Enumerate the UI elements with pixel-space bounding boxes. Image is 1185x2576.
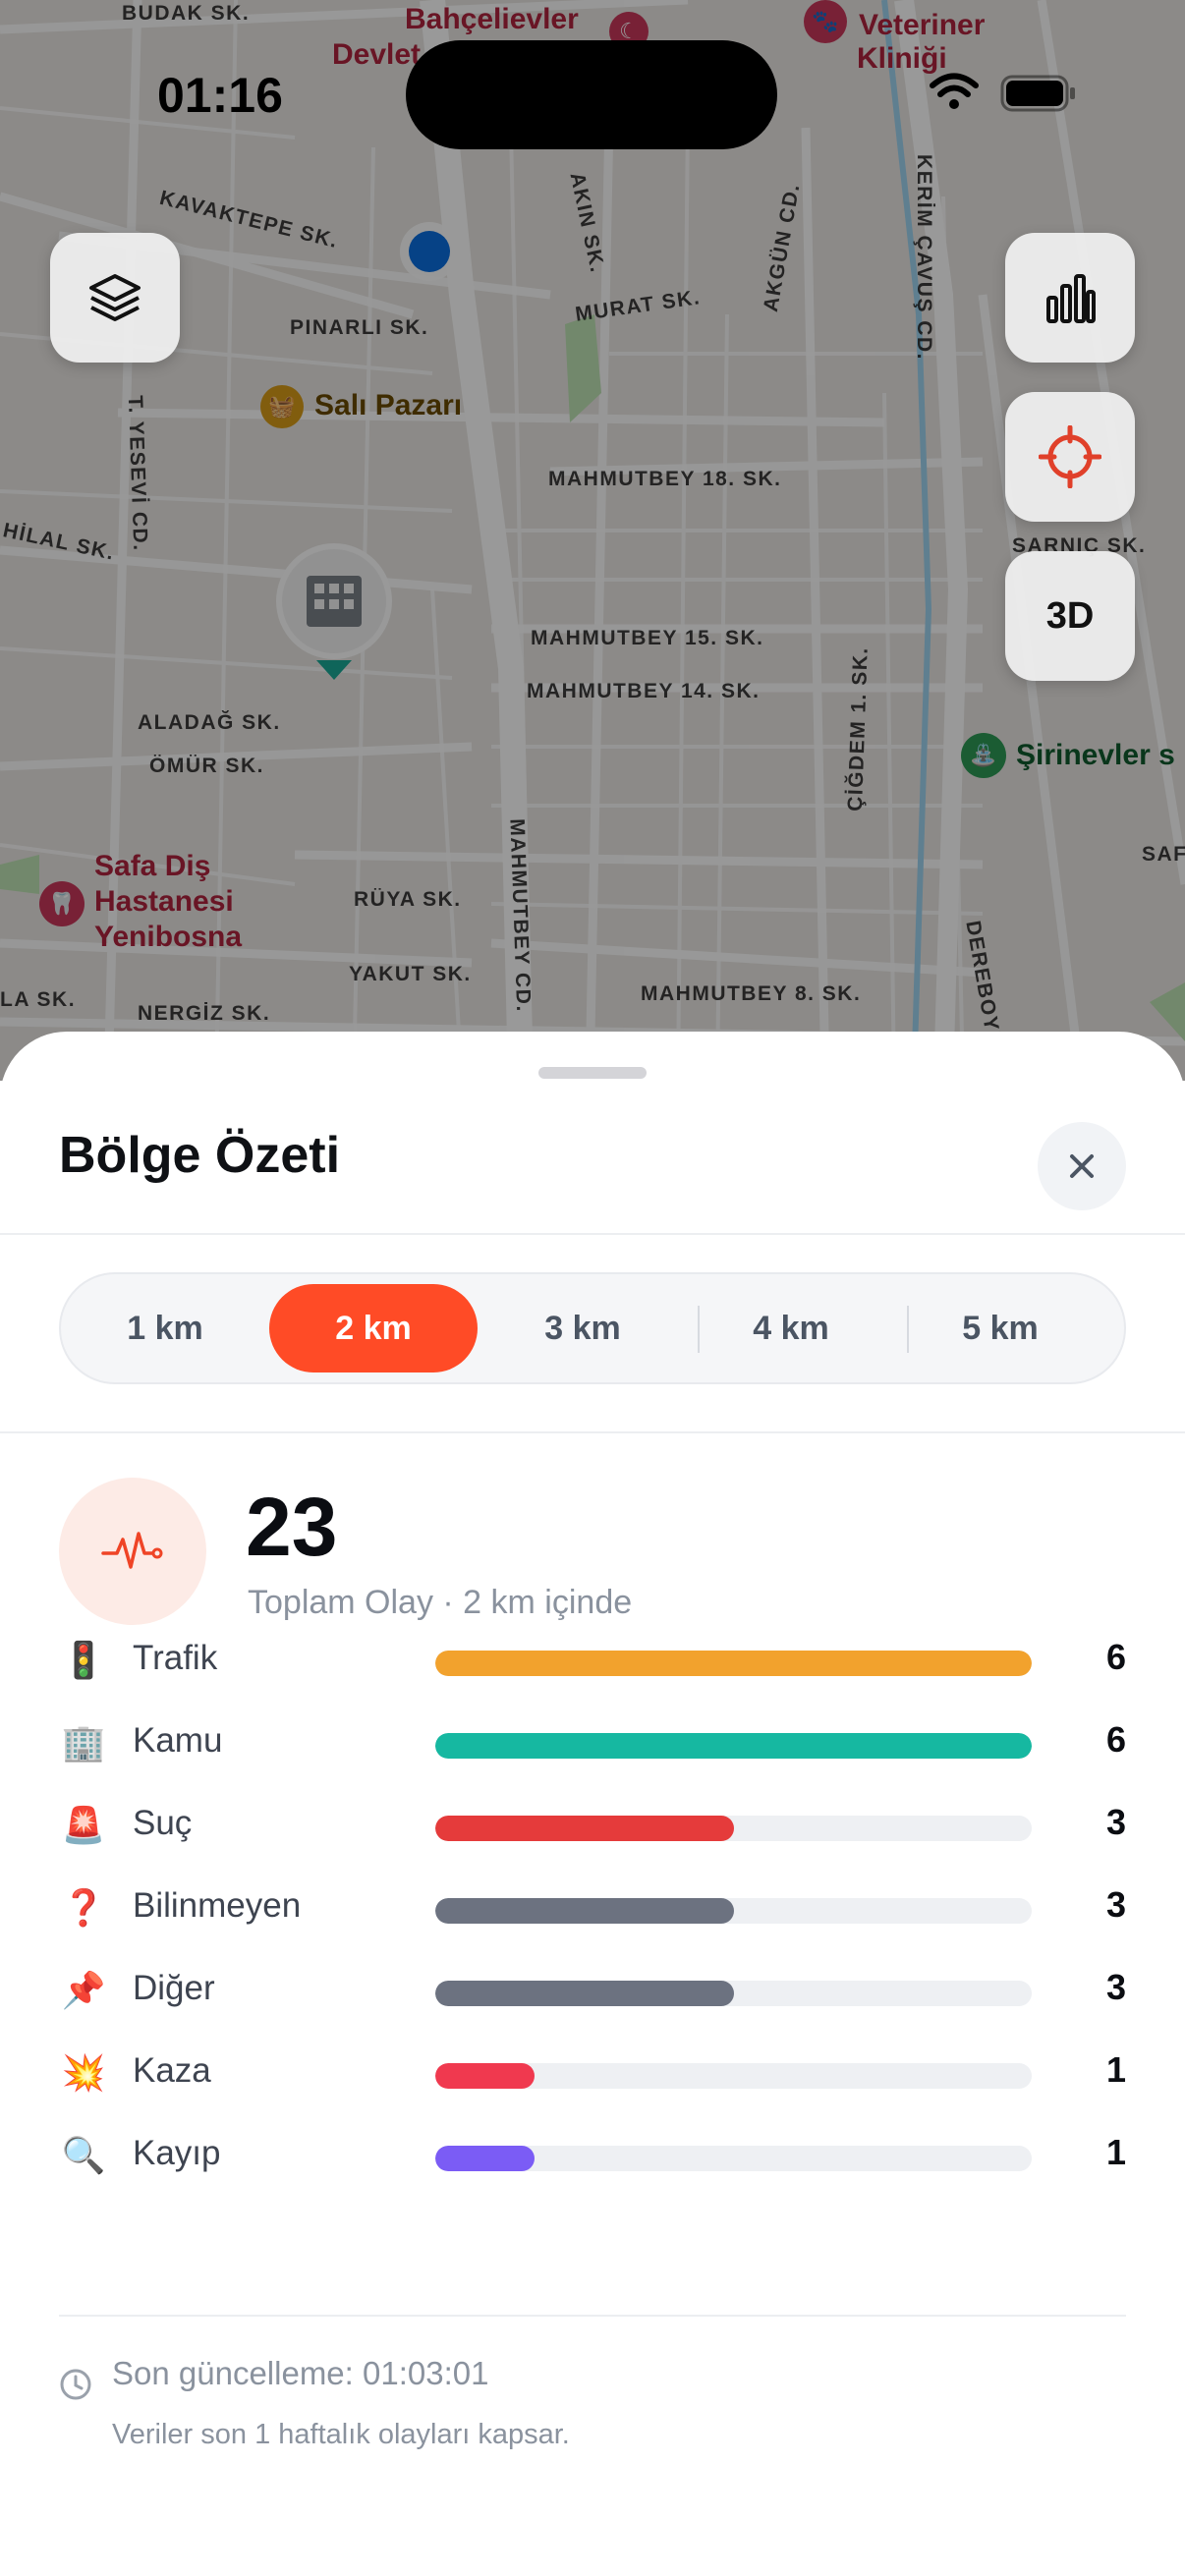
category-row[interactable]: 🚨 Suç 3 <box>0 1796 1185 1855</box>
sheet-title: Bölge Özeti <box>59 1127 341 1184</box>
pin-icon: 📌 <box>61 1970 106 2010</box>
traffic-light-icon: 🚦 <box>61 1640 106 1680</box>
magnifier-icon: 🔍 <box>61 2135 106 2175</box>
battery-icon <box>1000 75 1075 112</box>
category-count: 3 <box>1105 1802 1126 1842</box>
category-bar-fill <box>435 1733 1032 1759</box>
layers-icon <box>89 274 141 321</box>
category-row[interactable]: 📌 Diğer 3 <box>0 1961 1185 2020</box>
last-update-text: Son güncelleme: 01:03:01 <box>112 2355 489 2391</box>
category-bar-track <box>435 1733 1032 1759</box>
category-bar-track <box>435 1981 1032 2006</box>
total-event-count: 23 <box>246 1481 338 1573</box>
total-events-badge <box>59 1478 206 1625</box>
category-bar-fill <box>435 2063 536 2089</box>
question-icon: ❓ <box>61 1887 106 1928</box>
category-label: Suç <box>133 1804 193 1842</box>
siren-icon: 🚨 <box>61 1805 106 1845</box>
radius-option-5km[interactable]: 5 km <box>896 1284 1104 1372</box>
data-scope-note: Veriler son 1 haftalık olayları kapsar. <box>112 2419 570 2450</box>
wifi-icon <box>930 73 979 109</box>
divider-middle <box>0 1431 1185 1433</box>
category-label: Kamu <box>133 1721 223 1760</box>
clock-icon <box>60 2369 91 2400</box>
three-d-button[interactable]: 3D <box>1005 551 1135 681</box>
category-bar-track <box>435 2063 1032 2089</box>
category-bar-track <box>435 1898 1032 1924</box>
bar-chart-icon <box>1046 274 1096 323</box>
category-label: Diğer <box>133 1969 215 2007</box>
building-icon: 🏢 <box>61 1722 106 1763</box>
category-row[interactable]: 💥 Kaza 1 <box>0 2044 1185 2102</box>
divider-bottom <box>59 2315 1126 2317</box>
category-bar-track <box>435 2146 1032 2171</box>
radius-option-1km[interactable]: 1 km <box>61 1284 269 1372</box>
category-label: Trafik <box>133 1639 218 1677</box>
map-dim-overlay <box>0 0 1185 1081</box>
category-bar-track <box>435 1651 1032 1676</box>
locate-button[interactable] <box>1005 392 1135 522</box>
category-count: 6 <box>1105 1637 1126 1677</box>
region-summary-sheet: Bölge Özeti 1 km 2 km 3 km 4 km 5 km 23 … <box>0 1032 1185 2576</box>
category-count: 6 <box>1105 1719 1126 1760</box>
close-icon <box>1070 1154 1094 1178</box>
dynamic-island <box>406 40 777 149</box>
radius-option-3km[interactable]: 3 km <box>479 1284 687 1372</box>
crosshair-icon <box>1039 425 1101 488</box>
category-row[interactable]: 🚦 Trafik 6 <box>0 1631 1185 1690</box>
layers-button[interactable] <box>50 233 180 363</box>
category-row[interactable]: 🏢 Kamu 6 <box>0 1713 1185 1772</box>
category-label: Kayıp <box>133 2134 221 2172</box>
collision-icon: 💥 <box>61 2052 106 2093</box>
total-event-caption: Toplam Olay · 2 km içinde <box>248 1584 633 1621</box>
pulse-icon <box>101 1532 163 1569</box>
category-bar-fill <box>435 1981 734 2006</box>
sheet-grabber[interactable] <box>538 1067 647 1079</box>
category-label: Bilinmeyen <box>133 1886 302 1925</box>
category-row[interactable]: ❓ Bilinmeyen 3 <box>0 1878 1185 1937</box>
radius-option-4km[interactable]: 4 km <box>687 1284 895 1372</box>
category-count: 3 <box>1105 1884 1126 1925</box>
category-bar-fill <box>435 1898 734 1924</box>
stats-button[interactable] <box>1005 233 1135 363</box>
category-bar-track <box>435 1816 1032 1841</box>
category-bar-fill <box>435 1651 1032 1676</box>
three-d-label: 3D <box>1045 594 1095 637</box>
category-label: Kaza <box>133 2051 211 2090</box>
status-time: 01:16 <box>157 68 283 123</box>
category-count: 1 <box>1105 2132 1126 2172</box>
radius-option-2km[interactable]: 2 km <box>269 1284 478 1372</box>
divider-top <box>0 1233 1185 1235</box>
category-bar-fill <box>435 2146 536 2171</box>
map-view[interactable]: BUDAK SK. KAVAKTEPE SK. PINARLI SK. AKIN… <box>0 0 1185 1081</box>
radius-selector: 1 km 2 km 3 km 4 km 5 km <box>59 1272 1126 1384</box>
category-count: 1 <box>1105 2049 1126 2090</box>
category-count: 3 <box>1105 1967 1126 2007</box>
close-button[interactable] <box>1038 1122 1126 1210</box>
category-row[interactable]: 🔍 Kayıp 1 <box>0 2126 1185 2185</box>
category-bar-fill <box>435 1816 734 1841</box>
